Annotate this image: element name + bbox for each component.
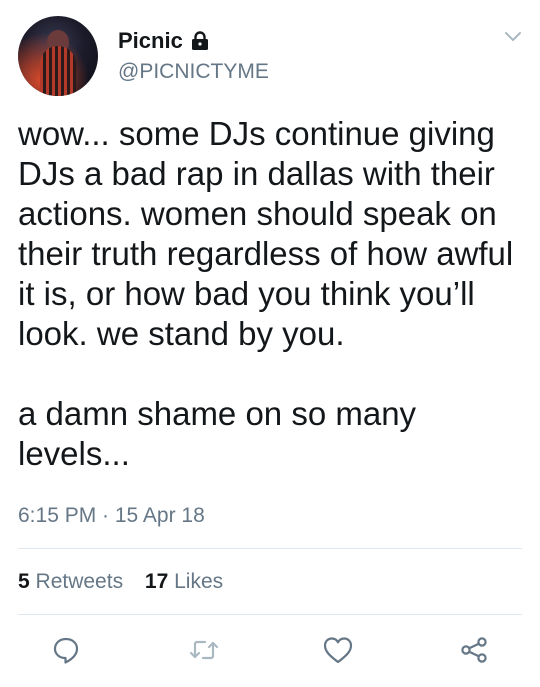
reply-icon: [51, 635, 81, 670]
likes-stat[interactable]: 17 Likes: [145, 570, 223, 593]
retweets-count: 5: [18, 570, 30, 593]
user-handle[interactable]: @PICNICTYME: [118, 60, 269, 84]
retweet-icon: [188, 635, 220, 670]
tweet-actions: [0, 630, 540, 674]
lock-icon: [191, 31, 209, 51]
user-name[interactable]: Picnic: [118, 28, 183, 54]
divider: [18, 548, 522, 549]
avatar-body: [40, 46, 76, 96]
share-icon: [459, 635, 489, 670]
chevron-down-icon[interactable]: [501, 24, 525, 48]
likes-count: 17: [144, 570, 169, 593]
heart-icon: [322, 635, 354, 670]
share-button[interactable]: [452, 630, 496, 674]
tweet-stats: 5 Retweets 17 Likes: [18, 570, 239, 594]
likes-label: Likes: [174, 570, 224, 593]
divider: [18, 614, 522, 615]
user-name-row: Picnic: [118, 28, 209, 54]
retweets-label: Retweets: [35, 570, 124, 593]
reply-button[interactable]: [44, 630, 88, 674]
retweet-button[interactable]: [182, 630, 226, 674]
tweet-timestamp[interactable]: 6:15 PM · 15 Apr 18: [18, 504, 205, 528]
tweet-text: wow... some DJs continue giving DJs a ba…: [18, 115, 514, 472]
like-button[interactable]: [316, 630, 360, 674]
retweets-stat[interactable]: 5 Retweets: [18, 570, 123, 593]
avatar[interactable]: [18, 16, 98, 96]
